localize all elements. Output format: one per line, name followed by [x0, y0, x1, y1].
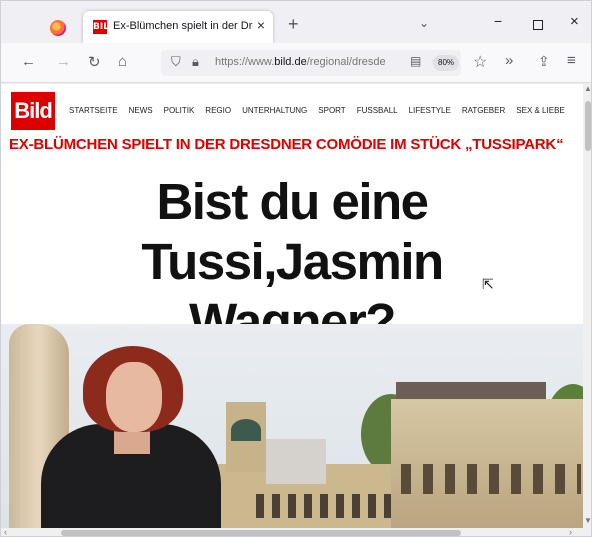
- mouse-cursor-icon: ⇱: [482, 276, 494, 292]
- new-tab-button[interactable]: +: [288, 14, 299, 35]
- lock-icon[interactable]: 🔒︎: [192, 54, 199, 70]
- bookmark-star-icon[interactable]: ☆: [473, 52, 487, 72]
- site-navigation: STARTSEITE NEWS POLITIK REGIO UNTERHALTUNG SP…: [69, 106, 565, 115]
- tab-close-icon[interactable]: ×: [257, 17, 265, 33]
- site-nav-item[interactable]: RATGEBER: [462, 106, 505, 115]
- photo-gallery-windows: [256, 494, 396, 518]
- firefox-icon[interactable]: [50, 20, 66, 36]
- tab-title: Ex-Blümchen spielt in der Dresd: [113, 20, 253, 32]
- scroll-down-arrow-icon[interactable]: ▼: [584, 516, 591, 525]
- site-nav-item[interactable]: STARTSEITE: [69, 106, 118, 115]
- app-menu-button[interactable]: ≡: [567, 52, 576, 69]
- url-domain: bild.de: [274, 56, 307, 68]
- bild-favicon-icon: BILD: [93, 20, 117, 34]
- url-prefix: https://www.: [215, 56, 275, 68]
- photo-pavilion-windows: [401, 464, 581, 494]
- site-nav-item[interactable]: SPORT: [318, 106, 345, 115]
- tab-bar: BILD Ex-Blümchen spielt in der Dresd × +…: [1, 1, 591, 43]
- scroll-up-arrow-icon[interactable]: ▲: [584, 84, 591, 93]
- forward-button[interactable]: →: [56, 53, 71, 70]
- list-all-tabs-button[interactable]: ⌄: [419, 16, 429, 30]
- scroll-right-arrow-icon[interactable]: ›: [569, 527, 572, 536]
- close-window-button[interactable]: ×: [570, 13, 579, 30]
- site-nav-item[interactable]: UNTERHALTUNG: [242, 106, 307, 115]
- tab-active[interactable]: BILD Ex-Blümchen spielt in der Dresd ×: [83, 11, 273, 43]
- vertical-scroll-thumb[interactable]: [585, 101, 591, 151]
- photo-woman-face: [106, 362, 162, 432]
- photo-dome: [231, 419, 261, 441]
- site-nav-item[interactable]: SEX & LIEBE: [516, 106, 564, 115]
- browser-window: BILD Ex-Blümchen spielt in der Dresd × +…: [0, 0, 592, 537]
- reload-button[interactable]: ↻: [88, 53, 101, 71]
- web-page: Bild STARTSEITE NEWS POLITIK REGIO UNTERHALT…: [1, 84, 583, 528]
- reader-view-icon[interactable]: ▤: [410, 54, 421, 68]
- zoom-level-button[interactable]: 80%: [433, 55, 460, 71]
- navigation-bar: ← → ↻ ⌂ ⛉ 🔒︎ https://www.bild.de/regiona…: [1, 43, 591, 83]
- minimize-button[interactable]: −: [494, 13, 502, 29]
- scroll-left-arrow-icon[interactable]: ‹: [4, 527, 7, 536]
- back-button[interactable]: ←: [21, 53, 36, 70]
- site-nav-item[interactable]: POLITIK: [164, 106, 195, 115]
- article-kicker: EX-BLÜMCHEN SPIELT IN DER DRESDNER COMÖD…: [9, 136, 564, 153]
- photo-background-building: [266, 439, 326, 484]
- share-icon[interactable]: ⇪: [538, 53, 550, 70]
- horizontal-scroll-thumb[interactable]: [61, 530, 461, 536]
- bild-logo[interactable]: Bild: [11, 92, 55, 130]
- headline-line-1: Bist du eine Tussi,Jasmin: [141, 173, 444, 290]
- site-nav-item[interactable]: NEWS: [129, 106, 153, 115]
- url-path: /regional/dresde: [306, 56, 386, 68]
- site-nav-item[interactable]: REGIO: [205, 106, 231, 115]
- url-text[interactable]: https://www.bild.de/regional/dresde: [215, 56, 405, 68]
- article-photo[interactable]: [1, 324, 583, 528]
- site-nav-item[interactable]: LIFESTYLE: [409, 106, 451, 115]
- maximize-button[interactable]: [533, 20, 543, 30]
- home-button[interactable]: ⌂: [118, 53, 127, 70]
- more-tools-button[interactable]: »: [505, 52, 513, 69]
- tracking-protection-shield-icon[interactable]: ⛉: [171, 54, 181, 70]
- site-nav-item[interactable]: FUSSBALL: [357, 106, 398, 115]
